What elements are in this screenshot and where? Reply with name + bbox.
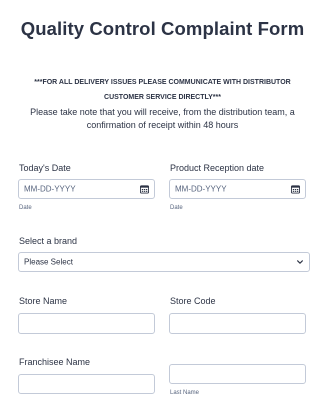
todays-date-sublabel: Date	[19, 205, 32, 211]
calendar-icon[interactable]	[291, 185, 300, 194]
calendar-icon[interactable]	[140, 185, 149, 194]
store-code-input[interactable]	[169, 313, 306, 334]
brand-label: Select a brand	[19, 236, 78, 246]
franchisee-last-name-input[interactable]	[169, 364, 306, 384]
reception-date-label: Product Reception date	[170, 163, 265, 173]
franchisee-first-name-input[interactable]	[18, 374, 155, 394]
reception-date-input[interactable]: MM-DD-YYYY	[169, 179, 306, 199]
todays-date-input[interactable]: MM-DD-YYYY	[18, 179, 155, 199]
delivery-notice: ***FOR ALL DELIVERY ISSUES PLEASE COMMUN…	[34, 79, 291, 101]
form-description: Please take note that you will receive, …	[30, 107, 295, 130]
store-name-label: Store Name	[19, 296, 68, 306]
todays-date-placeholder: MM-DD-YYYY	[24, 184, 76, 194]
brand-select[interactable]: Please Select	[18, 252, 310, 272]
franchisee-name-label: Franchisee Name	[19, 357, 91, 367]
todays-date-label: Today's Date	[19, 163, 71, 173]
chevron-down-icon	[297, 260, 303, 264]
reception-date-sublabel: Date	[170, 205, 183, 211]
form-title: Quality Control Complaint Form	[20, 18, 305, 39]
store-name-input[interactable]	[18, 313, 155, 334]
store-code-label: Store Code	[170, 296, 216, 306]
brand-selected-value: Please Select	[24, 257, 73, 267]
reception-date-placeholder: MM-DD-YYYY	[175, 184, 227, 194]
last-name-sublabel: Last Name	[170, 390, 200, 396]
